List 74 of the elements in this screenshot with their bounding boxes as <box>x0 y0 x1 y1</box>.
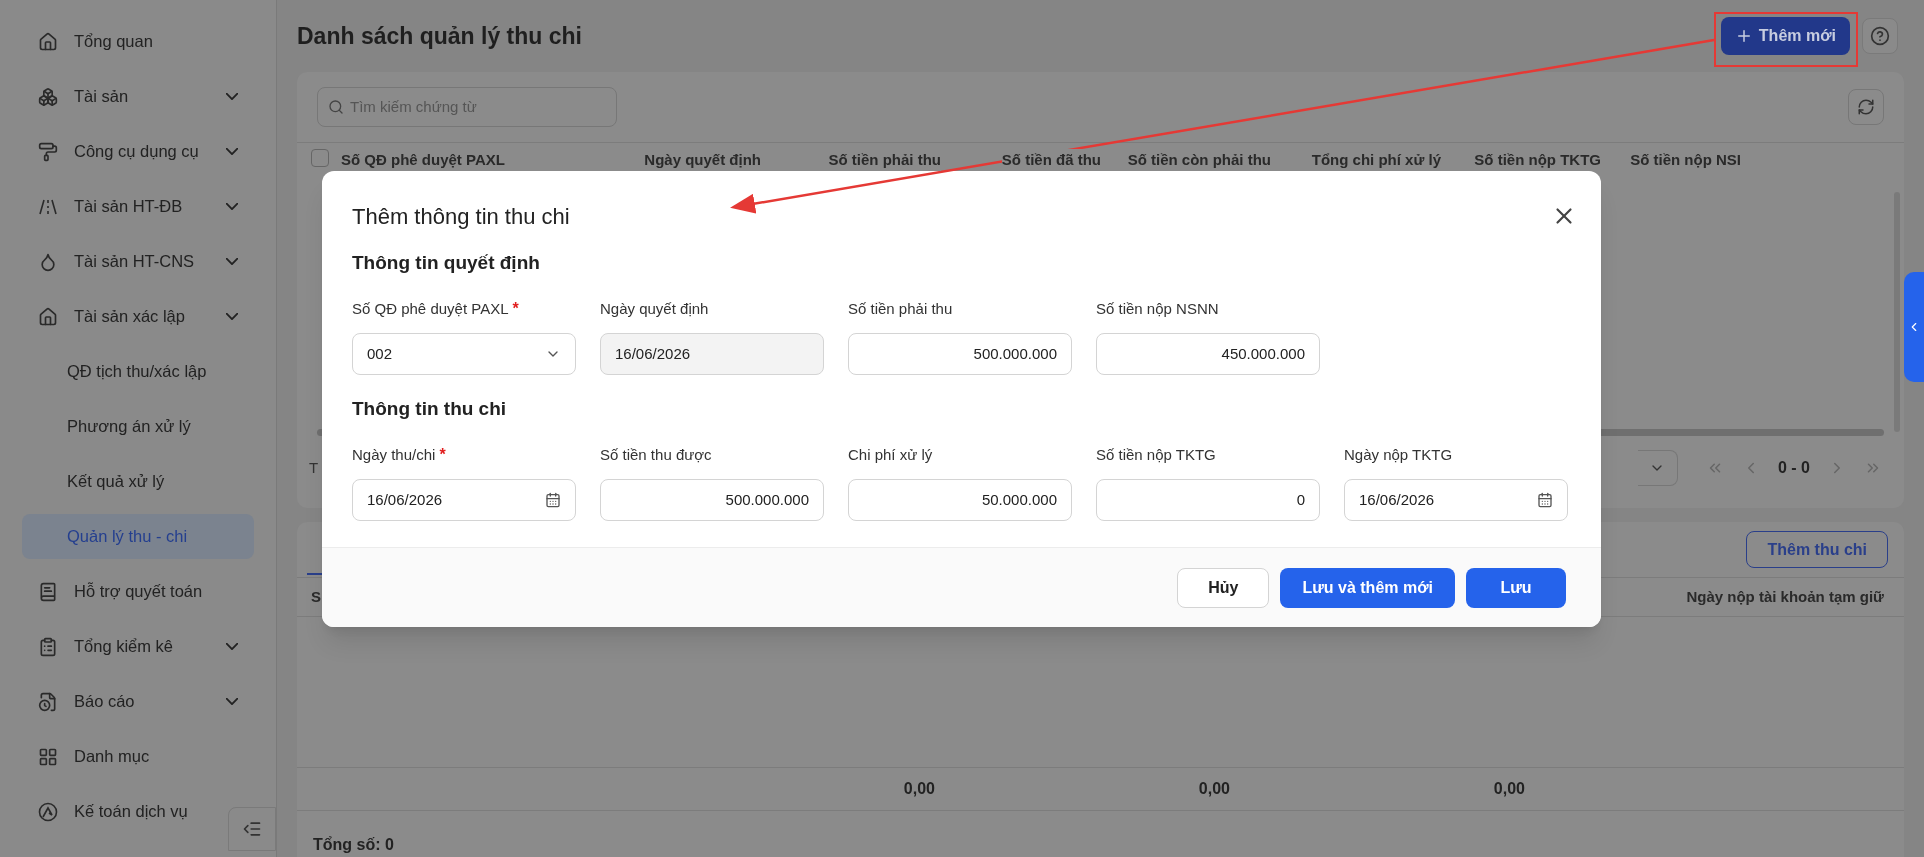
file-clock-icon <box>38 691 58 712</box>
primary-button[interactable]: Lưu <box>1466 567 1566 608</box>
sidebar-item[interactable]: Tài sản xác lập <box>22 294 254 339</box>
field-label: Số tiền phải thu <box>848 298 953 319</box>
page-title: Danh sách quản lý thu chi <box>297 21 582 51</box>
total-count: Tổng số: 0 <box>313 836 394 853</box>
required-mark: * <box>439 445 446 465</box>
clipboard-icon <box>38 636 58 657</box>
total-cell-text: 0,00 <box>1197 779 1230 799</box>
sidebar-item[interactable]: Báo cáo <box>22 679 254 724</box>
modal-title: Thêm thông tin thu chi <box>352 202 570 231</box>
field-label: Số QĐ phê duyệt PAXL <box>352 298 509 319</box>
sidebar-item[interactable]: Hỗ trợ quyết toán <box>22 569 254 614</box>
sidebar-item[interactable]: Công cụ dụng cụ <box>22 129 254 174</box>
section-title: Thông tin thu chi <box>352 397 508 421</box>
column-header: S <box>311 586 321 607</box>
refresh-icon <box>1857 97 1875 116</box>
total-cell-text: 0,00 <box>1492 779 1525 799</box>
required-mark: * <box>512 299 519 319</box>
input-field[interactable]: 450.000.000 <box>1096 333 1320 375</box>
refresh-button[interactable] <box>1848 88 1884 125</box>
calendar-icon <box>1537 492 1553 508</box>
house-icon <box>38 306 58 327</box>
input-field[interactable]: 50.000.000 <box>848 479 1072 521</box>
boxes-icon <box>38 86 58 107</box>
sidebar-item[interactable]: Kế toán dịch vụ <box>22 789 224 834</box>
date-field[interactable]: 16/06/2026 <box>1344 479 1568 521</box>
book-icon <box>38 581 58 602</box>
column-header: Ngày nộp tài khoản tạm giữ <box>1686 586 1884 607</box>
sidebar-item[interactable]: QĐ tịch thu/xác lập <box>22 349 254 394</box>
total-cell-text: 0,00 <box>902 779 935 799</box>
field-label: Ngày quyết định <box>600 298 709 319</box>
date-field[interactable]: 16/06/2026 <box>352 479 576 521</box>
section-title: Thông tin quyết định <box>352 251 541 275</box>
sidebar-item[interactable]: Tài sản <box>22 74 254 119</box>
field-label: Số tiền nộp NSNN <box>1096 298 1219 319</box>
row-count-text: T <box>309 457 319 478</box>
cancel-button[interactable]: Hủy <box>1177 567 1270 608</box>
primary-button[interactable]: Lưu và thêm mới <box>1280 567 1455 608</box>
sidebar-item[interactable]: Phương án xử lý <box>22 404 254 449</box>
side-panel-tab[interactable] <box>1904 272 1924 382</box>
collapse-sidebar-button[interactable] <box>228 807 276 851</box>
add-button[interactable]: Thêm mới <box>1720 16 1850 55</box>
field-label: Ngày thu/chi <box>352 444 436 465</box>
add-income-expense-button[interactable]: Thêm thu chi <box>1746 531 1888 568</box>
field-label: Ngày nộp TKTG <box>1344 444 1453 465</box>
triangle-circle-icon <box>38 800 58 823</box>
sidebar-item[interactable]: Kết quả xử lý <box>22 459 254 504</box>
collapse-icon <box>242 819 262 839</box>
calendar-icon <box>545 492 561 508</box>
checkbox[interactable] <box>311 148 329 167</box>
sidebar-item[interactable]: Tổng quan <box>22 19 254 64</box>
input-field[interactable]: 500.000.000 <box>600 479 824 521</box>
sidebar-item[interactable]: Quản lý thu - chi <box>22 514 254 559</box>
house-icon <box>38 31 58 52</box>
grid-icon <box>38 746 58 767</box>
input-field[interactable]: 16/06/2026 <box>600 333 824 375</box>
field-label: Số tiền nộp TKTG <box>1096 444 1216 465</box>
select-field[interactable]: 002 <box>352 333 576 375</box>
input-field[interactable]: 500.000.000 <box>848 333 1072 375</box>
field-label: Chi phí xử lý <box>848 444 933 465</box>
droplet-icon <box>38 251 58 272</box>
sidebar-item[interactable]: Tài sản HT-CNS <box>22 239 254 284</box>
sidebar-item[interactable]: Danh mục <box>22 734 254 779</box>
sidebar-item[interactable]: Tài sản HT-ĐB <box>22 184 254 229</box>
field-label: Số tiền thu được <box>600 444 712 465</box>
help-button[interactable] <box>1862 17 1898 54</box>
page-size-select[interactable] <box>1638 450 1678 486</box>
sidebar-item[interactable]: Tổng kiểm kê <box>22 624 254 669</box>
input-field[interactable]: 0 <box>1096 479 1320 521</box>
help-icon <box>1870 25 1890 46</box>
page-range: 0 - 0 <box>1778 458 1810 478</box>
paint-roller-icon <box>38 141 58 162</box>
search-icon <box>328 98 344 115</box>
